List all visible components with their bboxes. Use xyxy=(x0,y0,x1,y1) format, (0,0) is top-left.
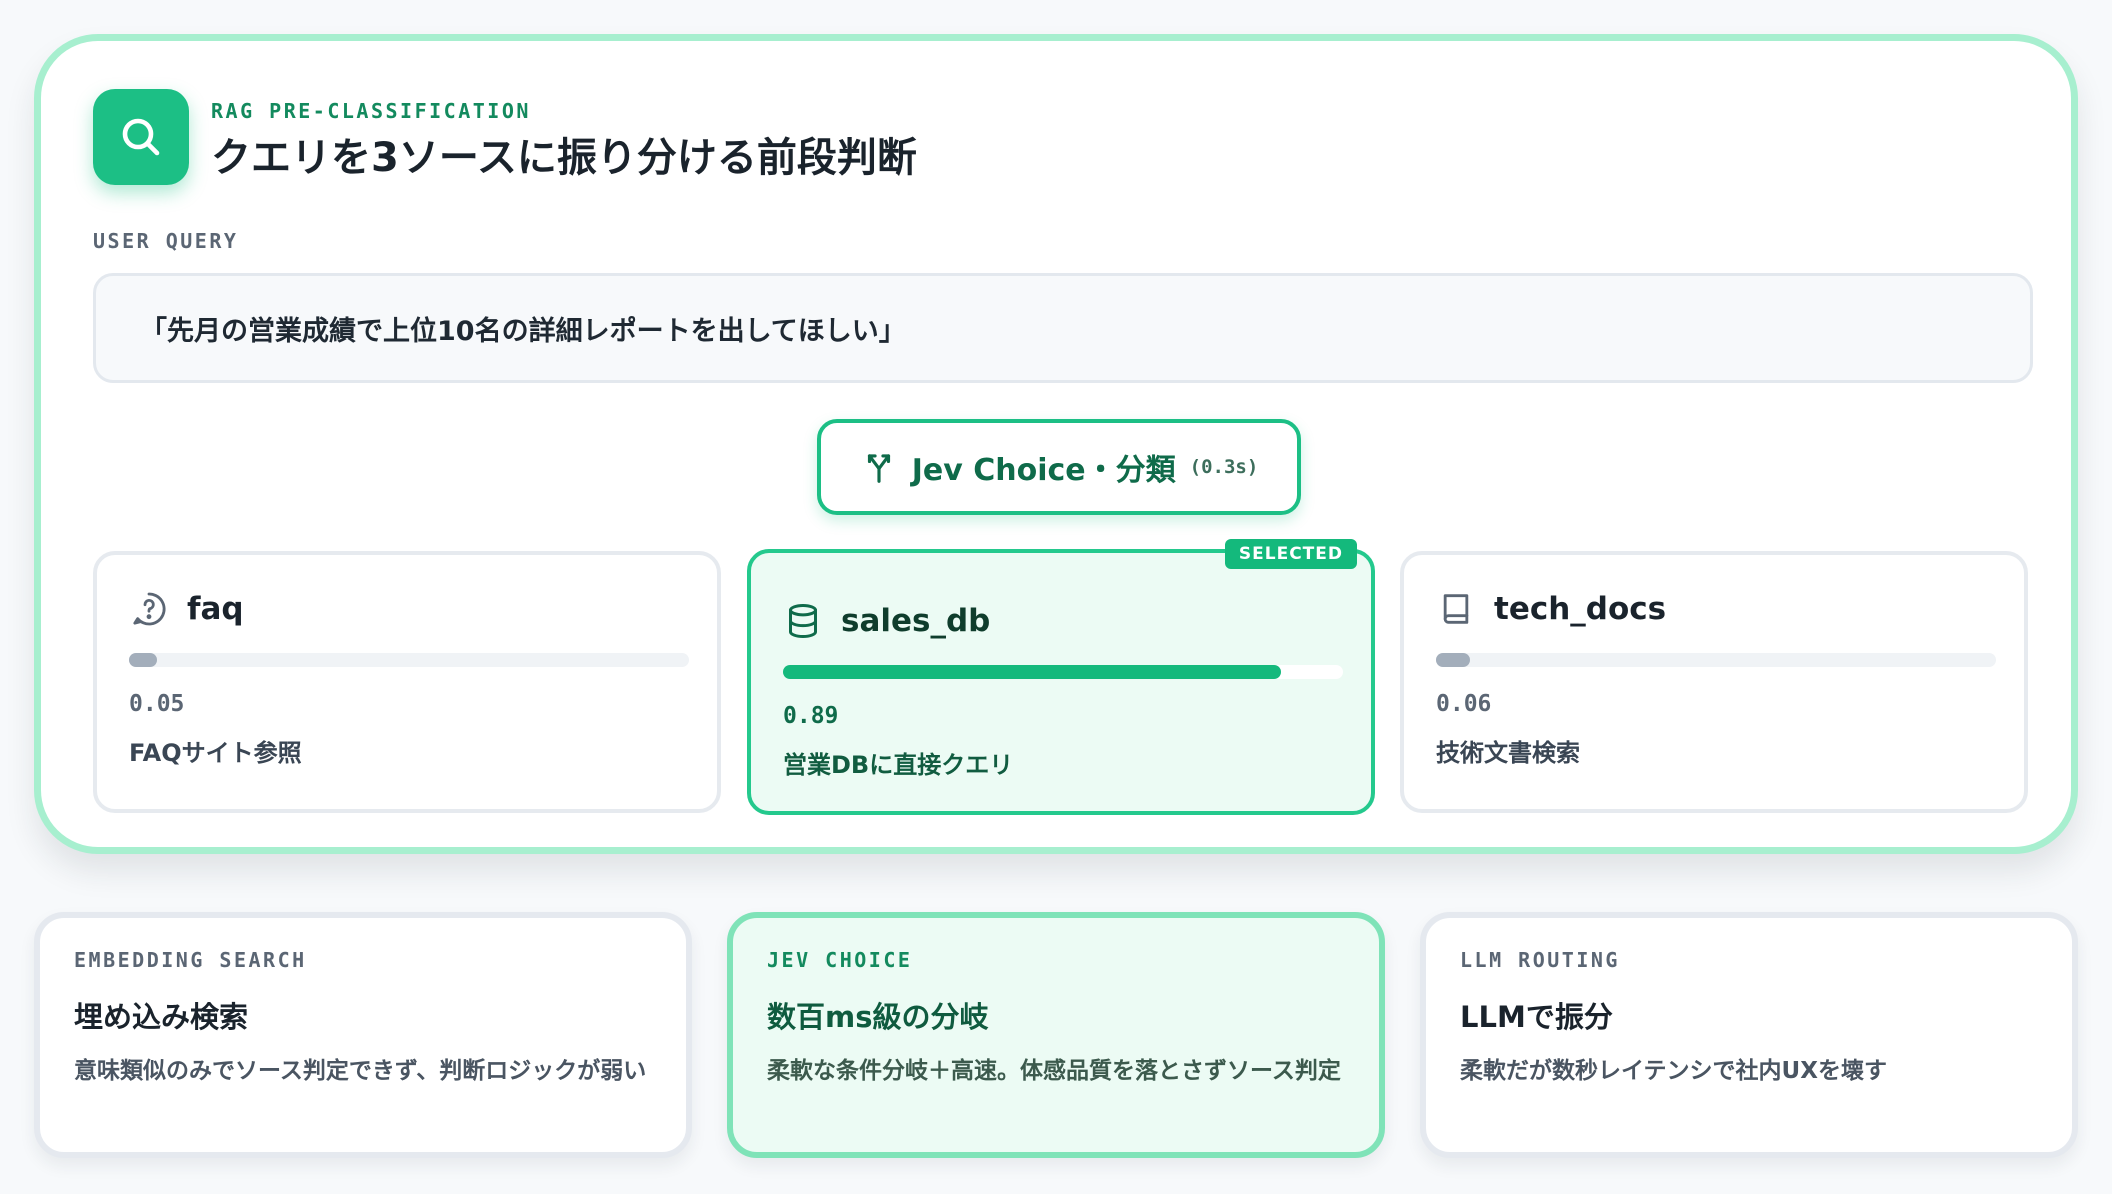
comparison-title: 埋め込み検索 xyxy=(74,1000,249,1034)
route-name: tech_docs xyxy=(1494,591,1667,627)
route-name: faq xyxy=(187,591,244,627)
route-description: FAQサイト参照 xyxy=(129,739,302,767)
search-icon xyxy=(122,118,160,156)
split-arrows-icon xyxy=(867,454,890,483)
user-query-box: 「先月の営業成績で上位10名の詳細レポートを出してほしい」 xyxy=(93,273,2033,383)
comparison-kicker: LLM ROUTING xyxy=(1460,948,1620,972)
score-bar-fill xyxy=(129,653,157,667)
classifier-button[interactable]: Jev Choice・分類 (0.3s) xyxy=(817,419,1301,515)
comparison-kicker: EMBEDDING SEARCH xyxy=(74,948,307,972)
help-circle-icon xyxy=(133,592,166,626)
comparison-card-llm-routing: LLM ROUTING LLMで振分 柔軟だが数秒レイテンシで社内UXを壊す xyxy=(1420,912,2078,1158)
route-card-sales-db[interactable]: SELECTED sales_db 0.89 営業DBに直接クエリ xyxy=(747,539,1375,815)
comparison-card-embedding: EMBEDDING SEARCH 埋め込み検索 意味類似のみでソース判定できず、… xyxy=(34,912,692,1158)
comparison-title: LLMで振分 xyxy=(1460,1000,1613,1034)
route-score: 0.05 xyxy=(129,691,185,717)
route-description: 技術文書検索 xyxy=(1436,739,1580,767)
classifier-time: (0.3s) xyxy=(1189,456,1259,478)
comparison-body: 意味類似のみでソース判定できず、判断ロジックが弱い xyxy=(74,1058,647,1084)
page-title: クエリを3ソースに振り分ける前段判断 xyxy=(211,135,917,181)
book-icon xyxy=(1443,594,1469,624)
comparison-title: 数百ms級の分岐 xyxy=(767,1000,989,1034)
comparison-body: 柔軟な条件分岐＋高速。体感品質を落とさずソース判定 xyxy=(767,1058,1341,1084)
query-caption: USER QUERY xyxy=(93,229,239,253)
score-bar xyxy=(1436,653,1996,667)
score-bar xyxy=(783,665,1343,679)
route-card-tech-docs[interactable]: tech_docs 0.06 技術文書検索 xyxy=(1400,551,2028,813)
score-bar-fill xyxy=(783,665,1282,679)
score-bar xyxy=(129,653,689,667)
comparison-card-jev-choice: JEV CHOICE 数百ms級の分岐 柔軟な条件分岐＋高速。体感品質を落とさず… xyxy=(727,912,1385,1158)
comparison-body: 柔軟だが数秒レイテンシで社内UXを壊す xyxy=(1460,1058,1887,1084)
route-score: 0.06 xyxy=(1436,691,1492,717)
database-icon xyxy=(789,604,817,639)
search-logo xyxy=(93,89,189,185)
route-description: 営業DBに直接クエリ xyxy=(783,751,1014,779)
panel-kicker: RAG PRE-CLASSIFICATION xyxy=(211,99,531,123)
route-score: 0.89 xyxy=(783,703,839,729)
selected-badge: SELECTED xyxy=(1224,539,1357,569)
comparison-kicker: JEV CHOICE xyxy=(767,948,913,972)
classifier-label: Jev Choice・分類 xyxy=(911,453,1176,488)
score-bar-fill xyxy=(1436,653,1470,667)
route-card-faq[interactable]: faq 0.05 FAQサイト参照 xyxy=(93,551,721,813)
classification-panel: RAG PRE-CLASSIFICATION クエリを3ソースに振り分ける前段判… xyxy=(34,34,2078,854)
user-query-text: 「先月の営業成績で上位10名の詳細レポートを出してほしい」 xyxy=(140,315,906,347)
route-name: sales_db xyxy=(841,603,991,639)
